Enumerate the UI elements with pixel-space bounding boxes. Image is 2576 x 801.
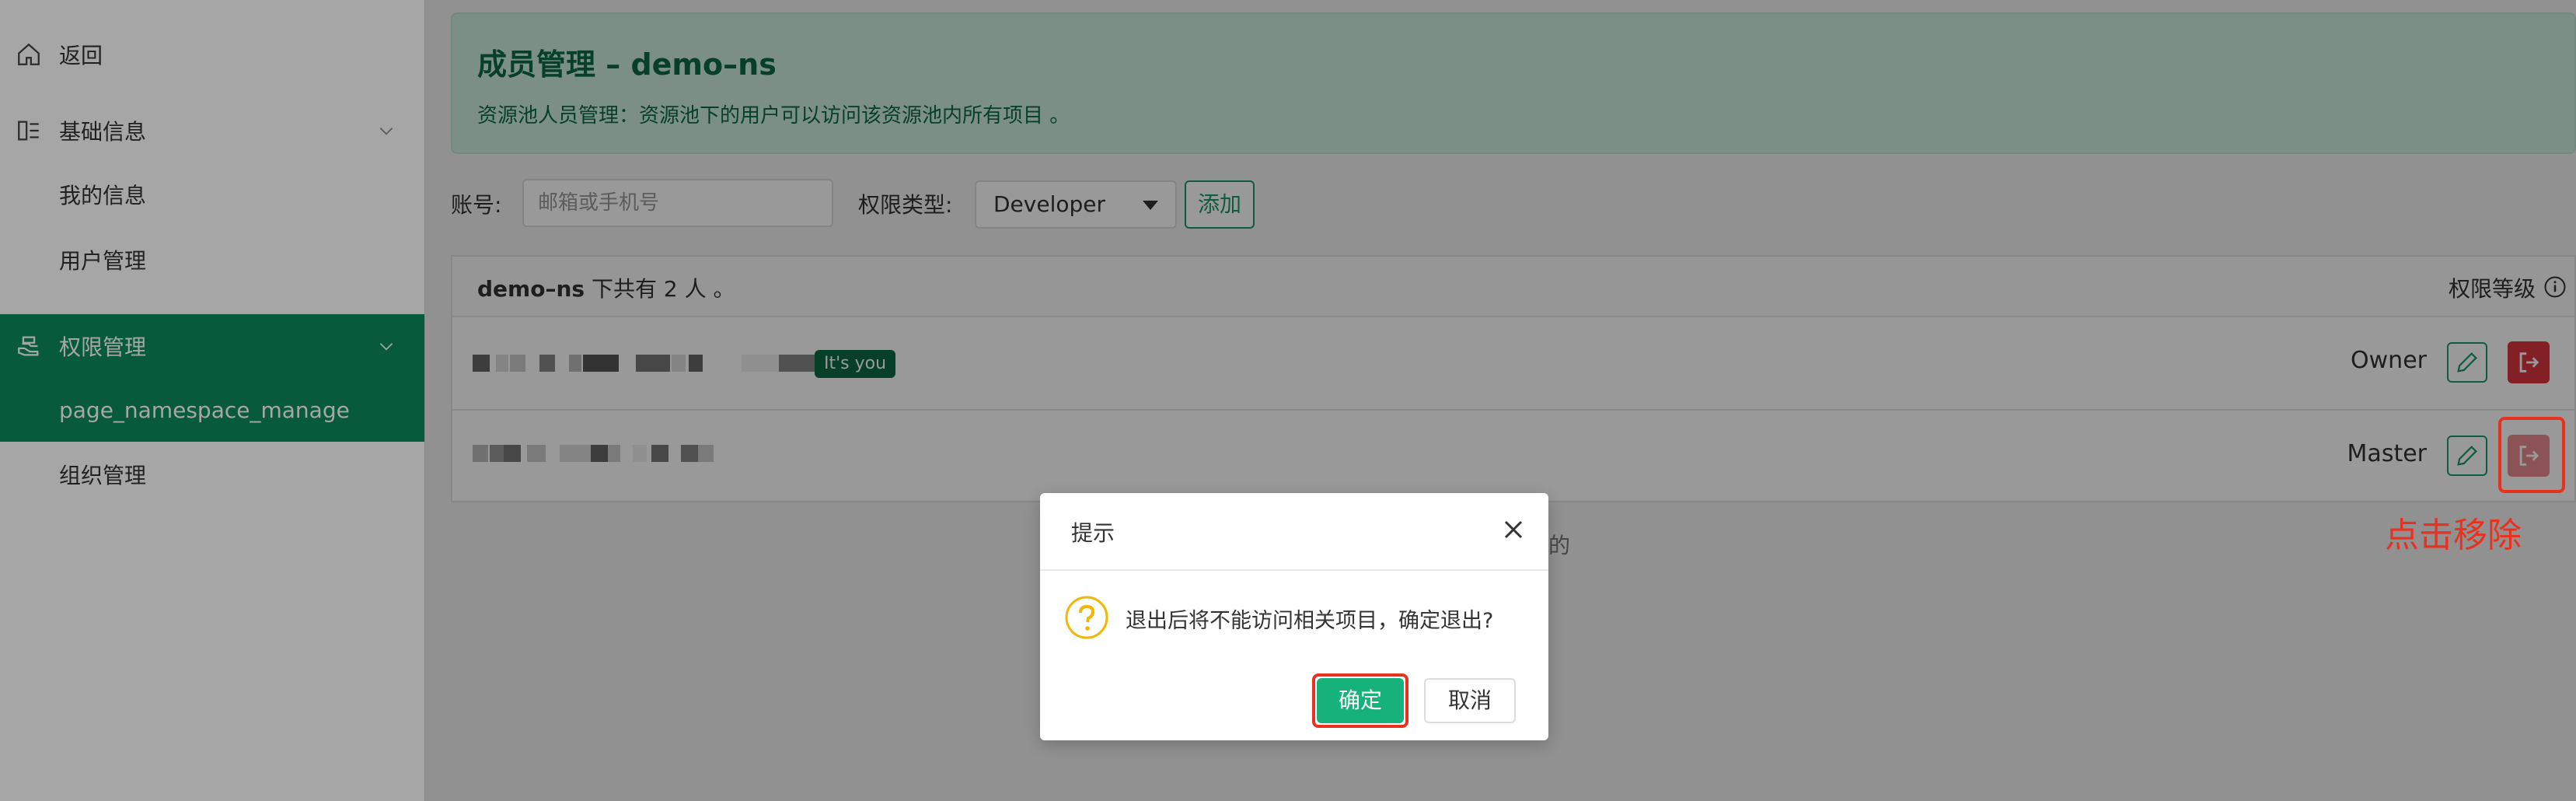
dialog-title: 提示 — [1071, 520, 1115, 546]
confirm-dialog: 提示 退出后将不能访问相关项目，确定退出? 确定 取消 — [1040, 493, 1548, 740]
question-icon — [1065, 596, 1108, 639]
dialog-header: 提示 — [1040, 493, 1548, 571]
confirm-button[interactable]: 确定 — [1317, 678, 1404, 723]
dialog-message: 退出后将不能访问相关项目，确定退出? — [1126, 609, 1494, 633]
cancel-button[interactable]: 取消 — [1424, 678, 1516, 723]
remove-button-highlight — [2498, 417, 2565, 493]
modal-mask-sidebar — [0, 0, 424, 801]
close-icon[interactable] — [1502, 518, 1525, 541]
remove-hint-annotation: 点击移除 — [2385, 516, 2522, 555]
